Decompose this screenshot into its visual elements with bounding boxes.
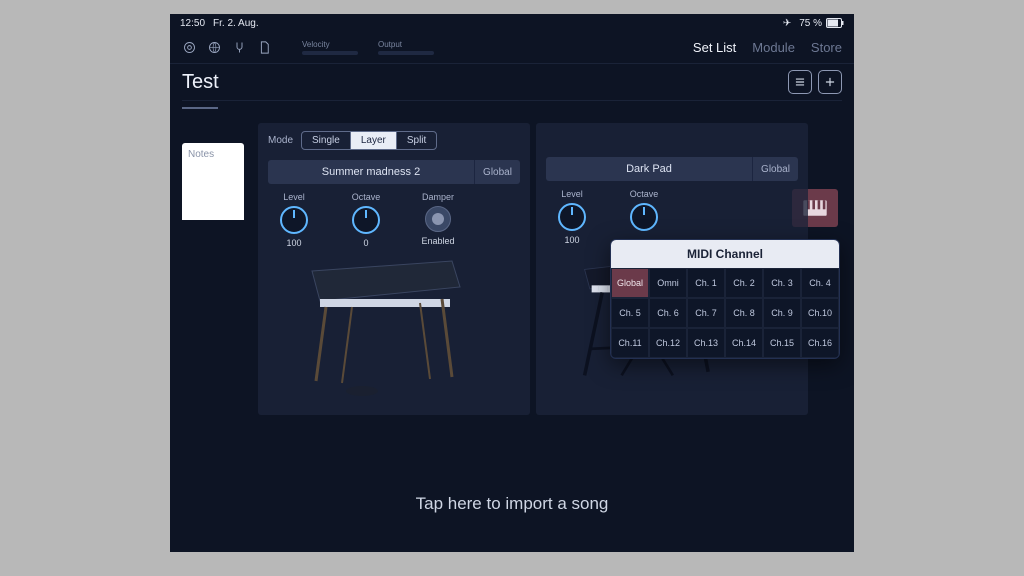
midi-cell-ch-6[interactable]: Ch. 6 (649, 298, 687, 328)
damper-toggle-1[interactable]: Damper Enabled (412, 192, 464, 248)
midi-channel-popover: MIDI Channel GlobalOmniCh. 1Ch. 2Ch. 3Ch… (610, 239, 840, 359)
midi-cell-ch-9[interactable]: Ch. 9 (763, 298, 801, 328)
tab-setlist[interactable]: Set List (693, 40, 736, 55)
octave-knob-1[interactable]: Octave 0 (340, 192, 392, 248)
battery-icon (826, 18, 844, 28)
layer-panel-1: Mode Single Layer Split Summer madness 2… (258, 123, 530, 415)
preset-global-2[interactable]: Global (752, 157, 798, 181)
midi-cell-omni[interactable]: Omni (649, 268, 687, 298)
midi-cell-ch-11[interactable]: Ch.11 (611, 328, 649, 358)
midi-cell-ch-3[interactable]: Ch. 3 (763, 268, 801, 298)
midi-cell-ch-12[interactable]: Ch.12 (649, 328, 687, 358)
date: Fr. 2. Aug. (213, 18, 259, 29)
preset-bar-2[interactable]: Dark Pad Global (546, 157, 798, 181)
mode-single[interactable]: Single (302, 132, 350, 149)
mode-split[interactable]: Split (396, 132, 436, 149)
status-right: ✈︎ 75 % (783, 18, 844, 29)
midi-cell-ch-13[interactable]: Ch.13 (687, 328, 725, 358)
midi-cell-ch-15[interactable]: Ch.15 (763, 328, 801, 358)
octave-knob-2[interactable]: Octave (618, 189, 670, 245)
list-button[interactable] (788, 70, 812, 94)
notes-tab[interactable]: Notes (182, 143, 244, 220)
midi-cell-ch-14[interactable]: Ch.14 (725, 328, 763, 358)
toolbar: Velocity Output Set List Module Store (170, 32, 854, 64)
output-meter: Output (378, 40, 434, 55)
status-bar: 12:50 Fr. 2. Aug. ✈︎ 75 % (170, 14, 854, 32)
midi-cell-ch-8[interactable]: Ch. 8 (725, 298, 763, 328)
level-knob-1[interactable]: Level 100 (268, 192, 320, 248)
midi-cell-ch-5[interactable]: Ch. 5 (611, 298, 649, 328)
mode-segmented[interactable]: Single Layer Split (301, 131, 437, 150)
add-button[interactable] (818, 70, 842, 94)
globe-icon[interactable] (207, 40, 222, 55)
midi-cell-ch-7[interactable]: Ch. 7 (687, 298, 725, 328)
tab-store[interactable]: Store (811, 40, 842, 55)
battery-label: 75 % (799, 18, 822, 29)
tab-module[interactable]: Module (752, 40, 795, 55)
midi-cell-ch-4[interactable]: Ch. 4 (801, 268, 839, 298)
popover-title: MIDI Channel (611, 240, 839, 268)
clock: 12:50 (180, 18, 205, 29)
gear-icon[interactable] (182, 40, 197, 55)
midi-cell-ch-1[interactable]: Ch. 1 (687, 268, 725, 298)
airplane-icon: ✈︎ (783, 18, 791, 29)
tuning-fork-icon[interactable] (232, 40, 247, 55)
level-knob-2[interactable]: Level 100 (546, 189, 598, 245)
midi-cell-ch-10[interactable]: Ch.10 (801, 298, 839, 328)
preset-name-1[interactable]: Summer madness 2 (268, 160, 474, 184)
preset-name-2[interactable]: Dark Pad (546, 157, 752, 181)
preset-global-1[interactable]: Global (474, 160, 520, 184)
import-song-button[interactable]: Tap here to import a song (170, 494, 854, 514)
midi-cell-ch-2[interactable]: Ch. 2 (725, 268, 763, 298)
midi-channel-grid: GlobalOmniCh. 1Ch. 2Ch. 3Ch. 4 Ch. 5Ch. 6… (611, 268, 839, 358)
velocity-meter: Velocity (302, 40, 358, 55)
sidebar: Notes (182, 143, 244, 220)
mode-layer[interactable]: Layer (350, 132, 396, 149)
title-row: Test (170, 64, 854, 100)
midi-cell-global[interactable]: Global (611, 268, 649, 298)
app-frame: 12:50 Fr. 2. Aug. ✈︎ 75 % Velocity (170, 14, 854, 552)
document-icon[interactable] (257, 40, 272, 55)
mode-label: Mode (268, 135, 293, 146)
page-title: Test (182, 71, 219, 94)
preset-bar-1[interactable]: Summer madness 2 Global (268, 160, 520, 184)
instrument-image-1 (292, 251, 492, 401)
midi-cell-ch-16[interactable]: Ch.16 (801, 328, 839, 358)
